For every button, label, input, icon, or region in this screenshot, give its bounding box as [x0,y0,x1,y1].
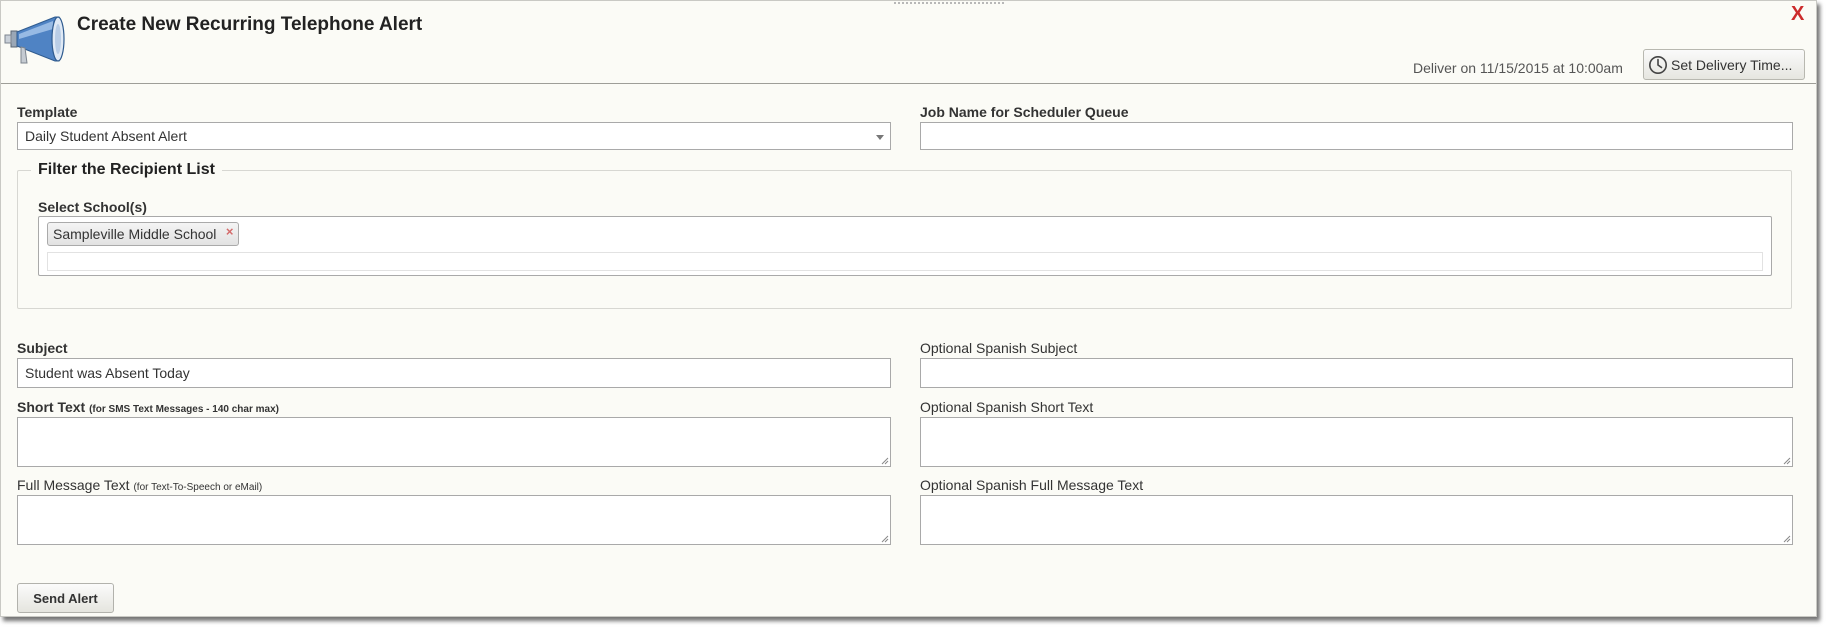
set-delivery-time-button[interactable]: Set Delivery Time... [1643,49,1805,80]
remove-school-icon[interactable]: × [226,224,234,239]
close-button[interactable]: X [1791,3,1804,25]
template-select[interactable]: Daily Student Absent Alert [17,122,891,150]
template-label: Template [17,104,78,120]
full-text-label-main: Full Message Text [17,477,130,493]
spanish-short-text-label: Optional Spanish Short Text [920,399,1094,415]
drag-handle[interactable] [894,2,1004,4]
spanish-subject-label: Optional Spanish Subject [920,340,1078,356]
spanish-full-text-textarea[interactable] [920,495,1793,545]
delivery-schedule-text: Deliver on 11/15/2015 at 10:00am [1413,60,1623,76]
dialog-title: Create New Recurring Telephone Alert [77,14,423,35]
spanish-subject-input[interactable] [920,358,1793,388]
recipient-filter-legend: Filter the Recipient List [31,161,222,179]
short-text-label-main: Short Text [17,399,86,415]
full-text-label: Full Message Text (for Text-To-Speech or… [17,477,262,493]
header-divider [1,83,1816,84]
resize-grip-icon[interactable] [1783,535,1791,543]
resize-grip-icon[interactable] [881,457,889,465]
select-schools-label: Select School(s) [38,199,147,215]
subject-input[interactable]: Student was Absent Today [17,358,891,388]
school-chip: Sampleville Middle School × [47,222,240,246]
set-delivery-time-label: Set Delivery Time... [1671,56,1793,73]
short-text-label: Short Text (for SMS Text Messages - 140 … [17,399,279,415]
full-text-hint: (for Text-To-Speech or eMail) [133,482,263,493]
megaphone-icon [3,11,69,67]
spanish-full-text-label: Optional Spanish Full Message Text [920,477,1144,493]
job-name-input[interactable] [920,122,1793,150]
resize-grip-icon[interactable] [1783,457,1791,465]
alert-dialog: Create New Recurring Telephone Alert X D… [0,0,1817,617]
send-alert-button[interactable]: Send Alert [17,583,114,613]
job-name-label: Job Name for Scheduler Queue [920,104,1129,120]
school-search-input[interactable] [47,252,1763,271]
school-multiselect[interactable]: Sampleville Middle School × [38,216,1772,276]
clock-icon [1648,55,1668,75]
template-select-value: Daily Student Absent Alert [25,128,187,144]
spanish-short-text-textarea[interactable] [920,417,1793,467]
short-text-textarea[interactable] [17,417,891,467]
school-chip-label: Sampleville Middle School [53,226,217,242]
subject-label: Subject [17,340,68,356]
full-text-textarea[interactable] [17,495,891,545]
chevron-down-icon [876,135,884,140]
resize-grip-icon[interactable] [881,535,889,543]
short-text-hint: (for SMS Text Messages - 140 char max) [89,404,279,415]
